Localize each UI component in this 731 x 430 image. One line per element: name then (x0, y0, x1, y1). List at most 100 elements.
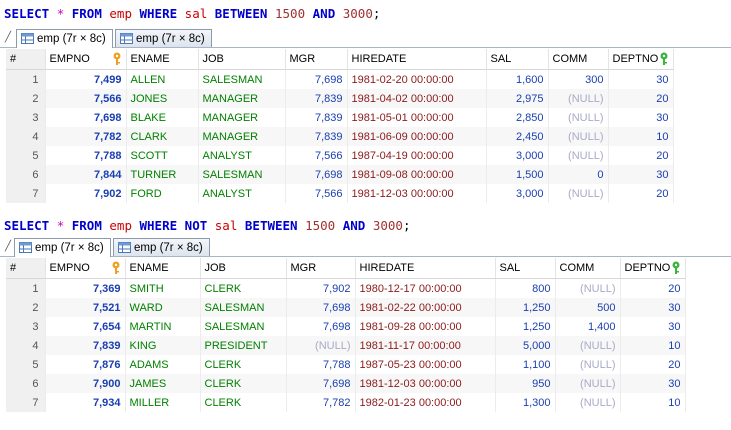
cell-sal[interactable]: 2,975 (486, 89, 549, 108)
cell-empno[interactable]: 7,844 (45, 165, 127, 184)
table-row[interactable]: 2 7,521 WARD SALESMAN 7,698 1981-02-22 00:00:… (6, 298, 686, 317)
cell-mgr[interactable]: 7,782 (286, 393, 356, 412)
cell-sal[interactable]: 1,250 (495, 298, 556, 317)
cell-comm[interactable]: (NULL) (555, 393, 621, 412)
cell-comm[interactable]: 300 (548, 69, 609, 89)
cell-empno[interactable]: 7,902 (45, 184, 127, 203)
cell-row-number[interactable]: 6 (6, 374, 46, 393)
cell-empno[interactable]: 7,521 (45, 298, 126, 317)
cell-ename[interactable]: SCOTT (126, 146, 199, 165)
cell-comm[interactable]: (NULL) (555, 355, 621, 374)
cell-hiredate[interactable]: 1981-02-20 00:00:00 (347, 69, 487, 89)
cell-row-number[interactable]: 3 (6, 317, 46, 336)
column-header-hiredate[interactable]: HIREDATE (347, 49, 487, 70)
cell-ename[interactable]: SMITH (125, 278, 201, 298)
cell-sal[interactable]: 800 (495, 278, 556, 298)
result-grid-1[interactable]: # EMPNO ENAME JOB MGR HIREDATE SAL COMM DEPTNO 1 7… (6, 49, 674, 203)
column-header-job[interactable]: JOB (200, 258, 287, 279)
cell-ename[interactable]: JAMES (125, 374, 201, 393)
result-grid-2[interactable]: # EMPNO ENAME JOB MGR HIREDATE SAL COMM DEPTNO 1 7… (6, 258, 686, 412)
cell-comm[interactable]: (NULL) (555, 374, 621, 393)
column-header-job[interactable]: JOB (198, 49, 286, 70)
cell-ename[interactable]: ADAMS (125, 355, 201, 374)
column-header-sal[interactable]: SAL (486, 49, 549, 70)
cell-row-number[interactable]: 1 (6, 278, 46, 298)
sql-query-1[interactable]: SELECT * FROM emp WHERE sal BETWEEN 1500… (0, 4, 380, 24)
cell-job[interactable]: ANALYST (198, 184, 286, 203)
cell-comm[interactable]: (NULL) (548, 89, 609, 108)
cell-sal[interactable]: 2,850 (486, 108, 549, 127)
column-header-mgr[interactable]: MGR (286, 258, 356, 279)
cell-hiredate[interactable]: 1987-04-19 00:00:00 (347, 146, 487, 165)
table-row[interactable]: 3 7,654 MARTIN SALESMAN 7,698 1981-09-28 00:0… (6, 317, 686, 336)
column-header-comm[interactable]: COMM (548, 49, 609, 70)
table-row[interactable]: 3 7,698 BLAKE MANAGER 7,839 1981-05-01 00:00:… (6, 108, 674, 127)
column-header-empno[interactable]: EMPNO (45, 258, 126, 279)
sql-query-2[interactable]: SELECT * FROM emp WHERE NOT sal BETWEEN … (0, 216, 411, 236)
cell-empno[interactable]: 7,876 (45, 355, 126, 374)
cell-deptno[interactable]: 30 (620, 298, 686, 317)
result-tab-2a[interactable]: emp (7r × 8c) (14, 238, 111, 257)
cell-sal[interactable]: 1,100 (495, 355, 556, 374)
cell-ename[interactable]: KING (125, 336, 201, 355)
cell-empno[interactable]: 7,900 (45, 374, 126, 393)
cell-ename[interactable]: WARD (125, 298, 201, 317)
cell-comm[interactable]: 500 (555, 298, 621, 317)
cell-hiredate[interactable]: 1980-12-17 00:00:00 (355, 278, 496, 298)
cell-job[interactable]: SALESMAN (198, 165, 286, 184)
table-row[interactable]: 7 7,902 FORD ANALYST 7,566 1981-12-03 00:00:0… (6, 184, 674, 203)
cell-sal[interactable]: 5,000 (495, 336, 556, 355)
result-tab-1a[interactable]: emp (7r × 8c) (16, 29, 113, 48)
cell-empno[interactable]: 7,698 (45, 108, 127, 127)
column-header-hiredate[interactable]: HIREDATE (355, 258, 496, 279)
cell-job[interactable]: CLERK (200, 278, 287, 298)
result-tab-2b[interactable]: emp (7r × 8c) (113, 238, 210, 256)
cell-hiredate[interactable]: 1981-02-22 00:00:00 (355, 298, 496, 317)
column-header-sal[interactable]: SAL (495, 258, 556, 279)
cell-comm[interactable]: (NULL) (555, 278, 621, 298)
cell-job[interactable]: MANAGER (198, 108, 286, 127)
cell-deptno[interactable]: 10 (620, 336, 686, 355)
cell-hiredate[interactable]: 1981-09-28 00:00:00 (355, 317, 496, 336)
cell-ename[interactable]: FORD (126, 184, 199, 203)
cell-job[interactable]: SALESMAN (200, 317, 287, 336)
cell-ename[interactable]: CLARK (126, 127, 199, 146)
cell-row-number[interactable]: 4 (6, 127, 46, 146)
cell-mgr[interactable]: 7,839 (285, 108, 348, 127)
cell-deptno[interactable]: 30 (608, 108, 674, 127)
cell-row-number[interactable]: 2 (6, 89, 46, 108)
cell-hiredate[interactable]: 1987-05-23 00:00:00 (355, 355, 496, 374)
column-header-deptno[interactable]: DEPTNO (608, 49, 674, 70)
table-row[interactable]: 5 7,876 ADAMS CLERK 7,788 1987-05-23 00:00:00… (6, 355, 686, 374)
cell-deptno[interactable]: 30 (620, 317, 686, 336)
cell-hiredate[interactable]: 1981-04-02 00:00:00 (347, 89, 487, 108)
cell-comm[interactable]: (NULL) (548, 127, 609, 146)
cell-hiredate[interactable]: 1981-05-01 00:00:00 (347, 108, 487, 127)
cell-mgr[interactable]: 7,788 (286, 355, 356, 374)
cell-sal[interactable]: 3,000 (486, 184, 549, 203)
cell-hiredate[interactable]: 1981-12-03 00:00:00 (347, 184, 487, 203)
cell-sal[interactable]: 950 (495, 374, 556, 393)
cell-ename[interactable]: ALLEN (126, 69, 199, 89)
cell-mgr[interactable]: 7,698 (286, 298, 356, 317)
cell-mgr[interactable]: 7,698 (285, 69, 348, 89)
table-row[interactable]: 4 7,782 CLARK MANAGER 7,839 1981-06-09 00:00:… (6, 127, 674, 146)
table-row[interactable]: 7 7,934 MILLER CLERK 7,782 1982-01-23 00:00:0… (6, 393, 686, 412)
column-header-ename[interactable]: ENAME (126, 49, 199, 70)
cell-hiredate[interactable]: 1982-01-23 00:00:00 (355, 393, 496, 412)
cell-sal[interactable]: 1,600 (486, 69, 549, 89)
table-row[interactable]: 1 7,499 ALLEN SALESMAN 7,698 1981-02-20 00:00… (6, 69, 674, 89)
table-row[interactable]: 6 7,900 JAMES CLERK 7,698 1981-12-03 00:00:00… (6, 374, 686, 393)
cell-comm[interactable]: 1,400 (555, 317, 621, 336)
table-row[interactable]: 2 7,566 JONES MANAGER 7,839 1981-04-02 00:00:… (6, 89, 674, 108)
row-number-header[interactable]: # (6, 258, 46, 279)
cell-row-number[interactable]: 7 (6, 393, 46, 412)
cell-ename[interactable]: BLAKE (126, 108, 199, 127)
cell-job[interactable]: ANALYST (198, 146, 286, 165)
cell-sal[interactable]: 1,500 (486, 165, 549, 184)
cell-job[interactable]: CLERK (200, 355, 287, 374)
cell-row-number[interactable]: 5 (6, 146, 46, 165)
cell-sal[interactable]: 1,250 (495, 317, 556, 336)
cell-mgr[interactable]: 7,902 (286, 278, 356, 298)
cell-mgr[interactable]: 7,698 (286, 317, 356, 336)
